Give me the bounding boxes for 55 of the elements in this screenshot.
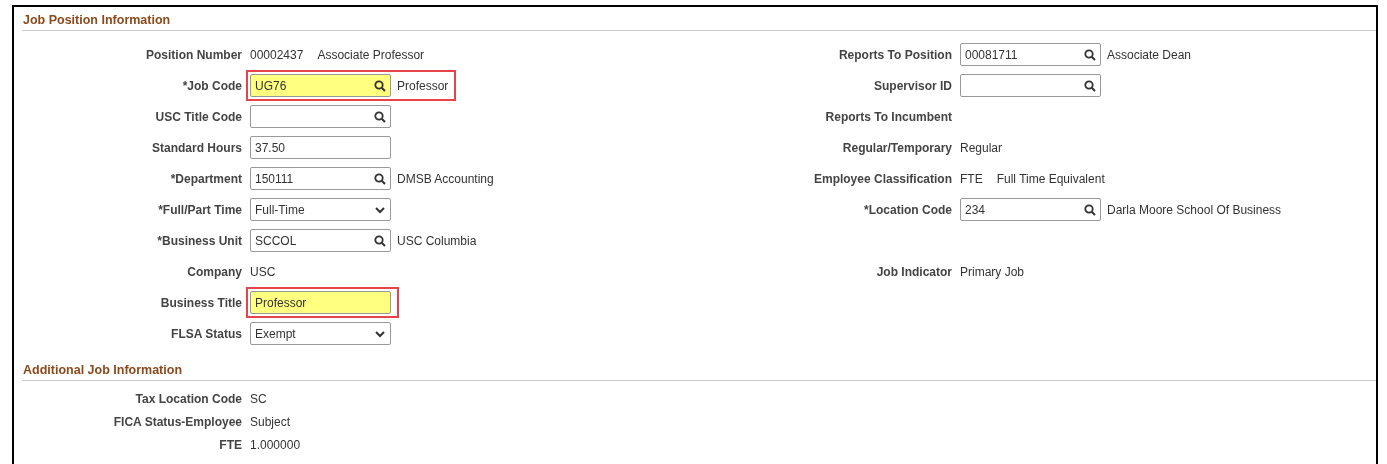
- field-label: Reports To Position: [837, 47, 953, 62]
- field-label: Regular/Temporary: [841, 140, 953, 155]
- field-label: Standard Hours: [151, 140, 243, 155]
- field-label: *Job Code: [181, 78, 243, 93]
- search-icon[interactable]: [374, 110, 386, 123]
- field-label: Position Number: [145, 47, 243, 62]
- lookup-field[interactable]: SCCOL: [250, 229, 391, 252]
- section-heading: Additional Job Information: [22, 361, 1376, 381]
- search-icon[interactable]: [374, 234, 386, 247]
- search-icon[interactable]: [1084, 48, 1096, 61]
- lookup-field[interactable]: 00081711: [960, 43, 1101, 66]
- search-icon[interactable]: [374, 79, 386, 92]
- field-description: USC Columbia: [397, 233, 477, 248]
- field-label: Employee Classification: [812, 171, 953, 186]
- field-label: *Department: [169, 171, 243, 186]
- lookup-field[interactable]: 234: [960, 198, 1101, 221]
- lookup-field[interactable]: 150111: [250, 167, 391, 190]
- field-description: DMSB Accounting: [397, 171, 494, 186]
- field-value: Regular: [960, 140, 1003, 155]
- field-label: Business Title: [159, 295, 243, 310]
- lookup-field[interactable]: UG76: [250, 74, 391, 97]
- field-label: *Business Unit: [156, 233, 243, 248]
- field-label: *Location Code: [863, 202, 953, 217]
- lookup-field[interactable]: [250, 105, 391, 128]
- field-label: Company: [186, 264, 243, 279]
- field-description: Darla Moore School Of Business: [1107, 202, 1282, 217]
- field-label: Job Indicator: [875, 264, 953, 279]
- field-label: Supervisor ID: [872, 78, 953, 93]
- search-icon[interactable]: [374, 172, 386, 185]
- field-value: 1.000000: [250, 437, 301, 452]
- input-field[interactable]: Professor: [250, 291, 391, 314]
- field-label: *Full/Part Time: [157, 202, 243, 217]
- field-value: 00002437: [250, 47, 304, 62]
- field-label: FLSA Status: [170, 326, 243, 341]
- field-value: SC: [250, 391, 267, 406]
- search-icon[interactable]: [1084, 79, 1096, 92]
- field-label: Tax Location Code: [134, 391, 243, 406]
- field-description: Full Time Equivalent: [996, 171, 1105, 186]
- field-label: USC Title Code: [154, 109, 243, 124]
- field-description: Associate Dean: [1107, 47, 1192, 62]
- field-value: Subject: [250, 414, 291, 429]
- lookup-field[interactable]: [960, 74, 1101, 97]
- field-label: Reports To Incumbent: [824, 109, 953, 124]
- field-label: FTE: [218, 437, 243, 452]
- search-icon[interactable]: [1084, 203, 1096, 216]
- field-description: Professor: [397, 78, 449, 93]
- section-heading: Job Position Information: [22, 11, 1376, 31]
- field-label: FICA Status-Employee: [112, 414, 243, 429]
- field-description: Associate Professor: [317, 47, 425, 62]
- field-value: FTE: [960, 171, 983, 186]
- field-value: USC: [250, 264, 276, 279]
- dropdown[interactable]: Full-Time: [250, 198, 391, 221]
- input-field[interactable]: 37.50: [250, 136, 391, 159]
- field-value: Primary Job: [960, 264, 1024, 279]
- dropdown[interactable]: Exempt: [250, 322, 391, 345]
